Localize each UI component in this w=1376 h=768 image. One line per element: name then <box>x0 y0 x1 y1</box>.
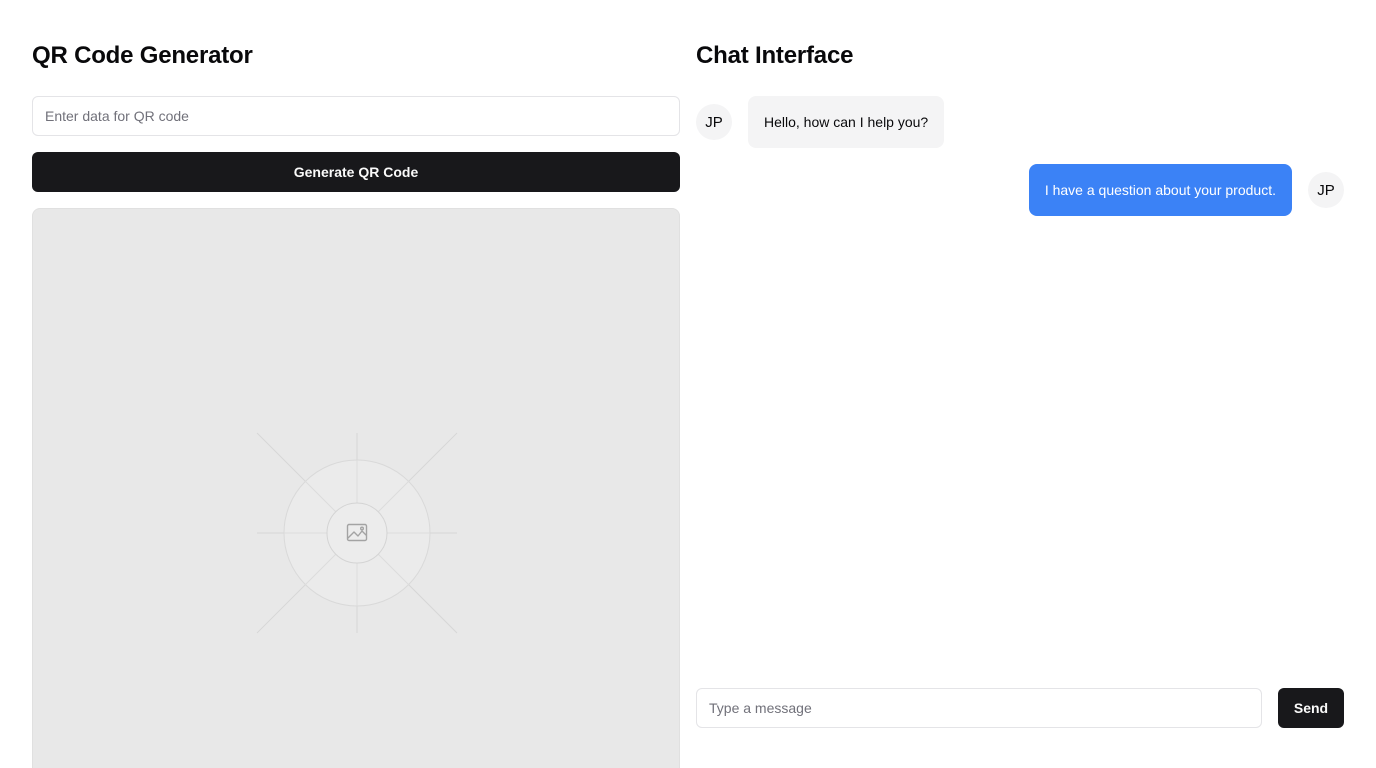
send-button[interactable]: Send <box>1278 688 1344 728</box>
chat-panel: Chat Interface JP Hello, how can I help … <box>696 40 1344 768</box>
qr-data-input[interactable] <box>32 96 680 136</box>
qr-preview-placeholder <box>32 208 680 768</box>
generate-qr-button[interactable]: Generate QR Code <box>32 152 680 192</box>
chat-title: Chat Interface <box>696 42 854 69</box>
qr-generator-title: QR Code Generator <box>32 42 253 69</box>
placeholder-graphic <box>256 432 458 634</box>
message-input[interactable] <box>696 688 1262 728</box>
chat-message-incoming: JP Hello, how can I help you? <box>696 96 945 148</box>
message-bubble: I have a question about your product. <box>1028 164 1292 216</box>
message-bubble: Hello, how can I help you? <box>748 96 945 148</box>
placeholder-inner-circle <box>326 502 388 564</box>
avatar: JP <box>1308 172 1344 208</box>
app-page: QR Code Generator Generate QR Code <box>0 0 1376 768</box>
avatar: JP <box>696 104 732 140</box>
chat-message-outgoing: I have a question about your product. JP <box>1028 164 1344 216</box>
qr-generator-panel: QR Code Generator Generate QR Code <box>32 40 680 768</box>
